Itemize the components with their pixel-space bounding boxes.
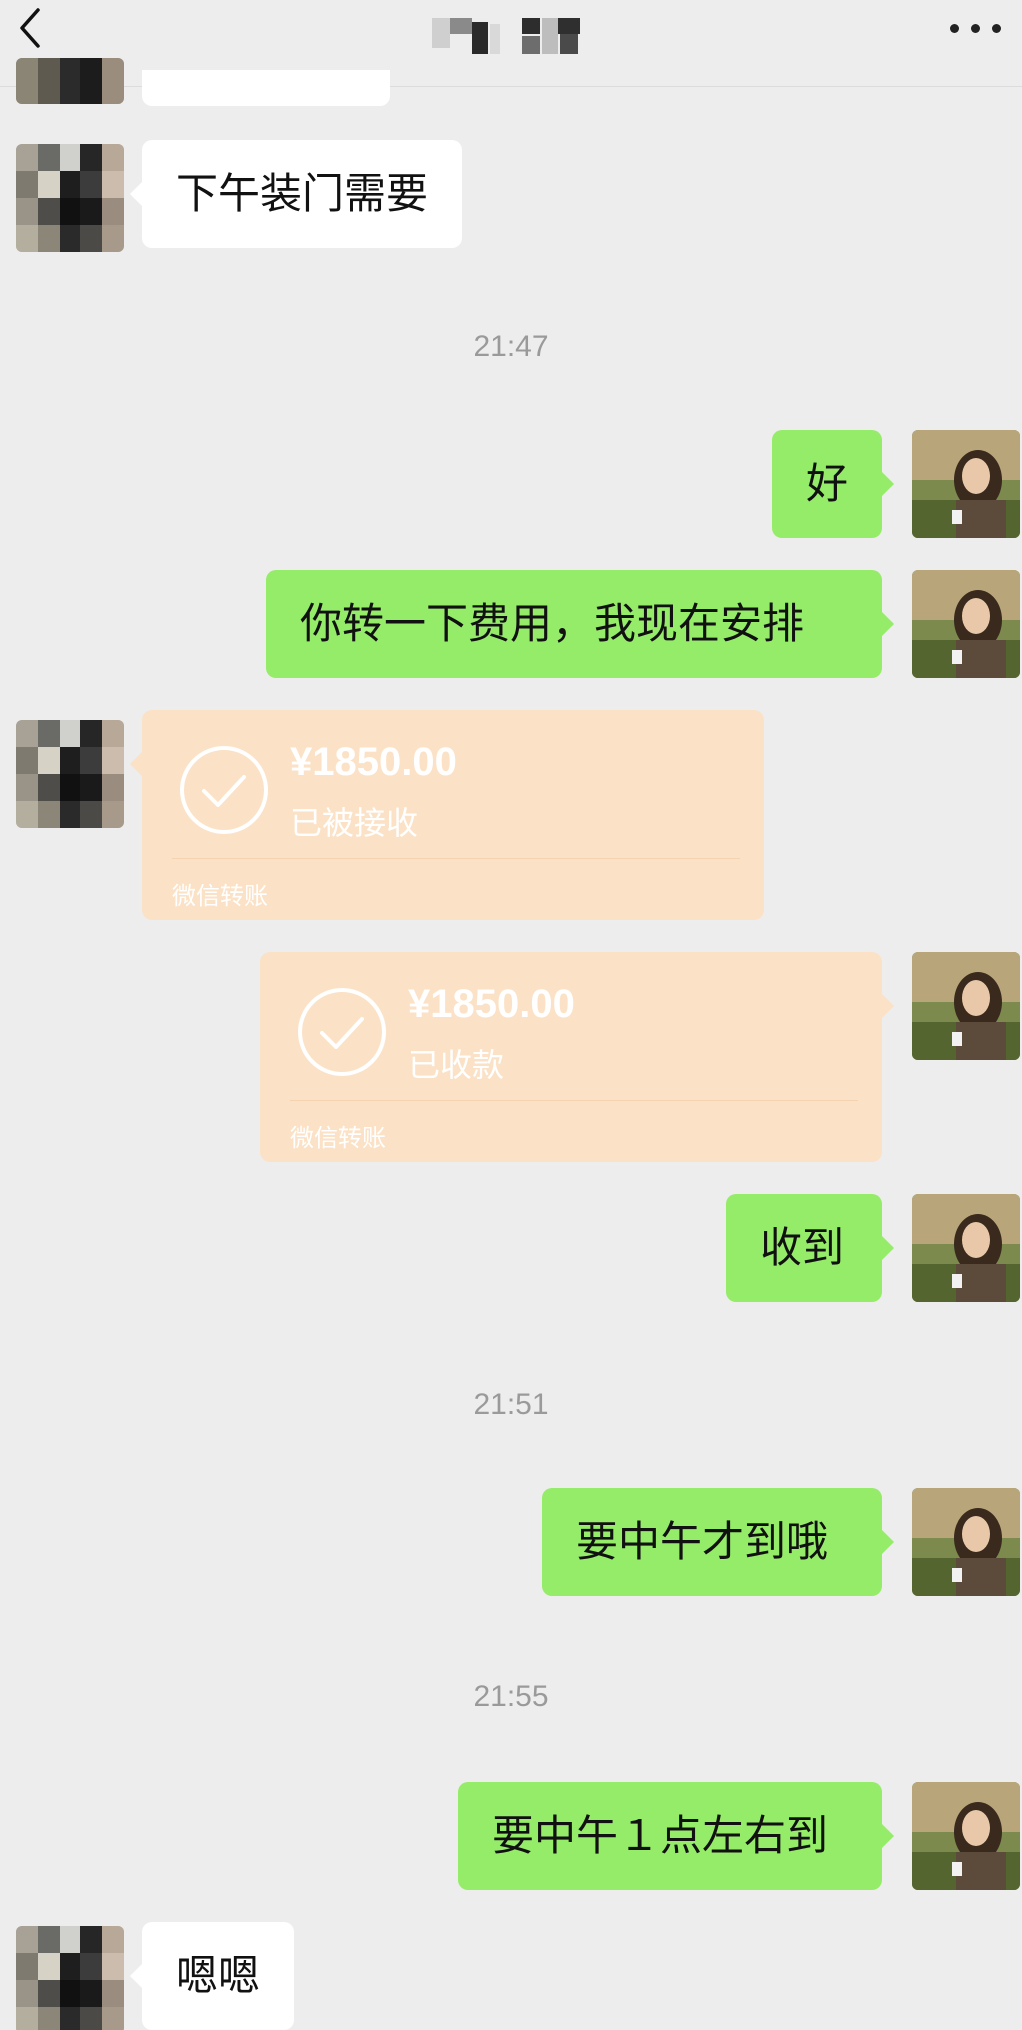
- timestamp: 21:51: [473, 1388, 549, 1421]
- message-bubble-outgoing[interactable]: 要中午才到哦: [542, 1488, 894, 1596]
- my-avatar[interactable]: [912, 1488, 1020, 1596]
- message-bubble-partial: [142, 70, 390, 106]
- contact-avatar[interactable]: [16, 720, 124, 828]
- message-text: 要中午才到哦: [576, 1517, 829, 1566]
- message-text: 好: [806, 459, 849, 508]
- my-avatar[interactable]: [912, 1194, 1020, 1302]
- more-dots-icon: [950, 24, 959, 33]
- check-circle-icon: [298, 988, 386, 1076]
- message-bubble-outgoing[interactable]: 要中午１点左右到: [458, 1782, 894, 1890]
- message-text: 下午装门需要: [176, 169, 429, 218]
- transfer-card-received[interactable]: ¥1850.00 已被接收 微信转账: [130, 710, 764, 920]
- my-avatar[interactable]: [912, 570, 1020, 678]
- divider: [290, 1100, 858, 1101]
- message-bubble-incoming[interactable]: 嗯嗯: [129, 1922, 295, 2030]
- contact-avatar[interactable]: [16, 144, 124, 252]
- check-circle-icon: [180, 746, 268, 834]
- message-bubble-outgoing[interactable]: 收到: [726, 1194, 894, 1302]
- message-bubble-incoming[interactable]: 下午装门需要: [129, 140, 463, 248]
- transfer-amount: ¥1850.00: [408, 982, 575, 1026]
- transfer-source: 微信转账: [172, 882, 268, 910]
- message-bubble-outgoing[interactable]: 好: [772, 430, 894, 538]
- my-avatar[interactable]: [912, 430, 1020, 538]
- transfer-card-accepted[interactable]: ¥1850.00 已收款 微信转账: [260, 952, 894, 1162]
- message-text: 收到: [760, 1223, 845, 1272]
- transfer-amount: ¥1850.00: [290, 740, 457, 784]
- message-text: 要中午１点左右到: [492, 1811, 829, 1860]
- chat-title-redacted: [430, 14, 600, 58]
- contact-avatar[interactable]: [16, 58, 124, 104]
- divider: [172, 858, 740, 859]
- chat-screen: 下午装门需要 21:47 好 你转一下费用，我现在安排 ¥1850.00 已被接…: [0, 0, 1022, 2030]
- more-button[interactable]: [946, 16, 1006, 40]
- my-avatar[interactable]: [912, 1782, 1020, 1890]
- my-avatar[interactable]: [912, 952, 1020, 1060]
- transfer-status: 已被接收: [290, 804, 419, 842]
- chevron-left-icon: [20, 8, 40, 48]
- back-button[interactable]: [8, 6, 58, 56]
- transfer-source: 微信转账: [290, 1124, 386, 1152]
- message-bubble-outgoing[interactable]: 你转一下费用，我现在安排: [266, 570, 894, 678]
- timestamp: 21:55: [473, 1680, 549, 1713]
- transfer-status: 已收款: [408, 1046, 505, 1084]
- message-text: 你转一下费用，我现在安排: [300, 599, 805, 648]
- contact-avatar[interactable]: [16, 1926, 124, 2030]
- message-text: 嗯嗯: [176, 1951, 261, 2000]
- timestamp: 21:47: [473, 330, 549, 363]
